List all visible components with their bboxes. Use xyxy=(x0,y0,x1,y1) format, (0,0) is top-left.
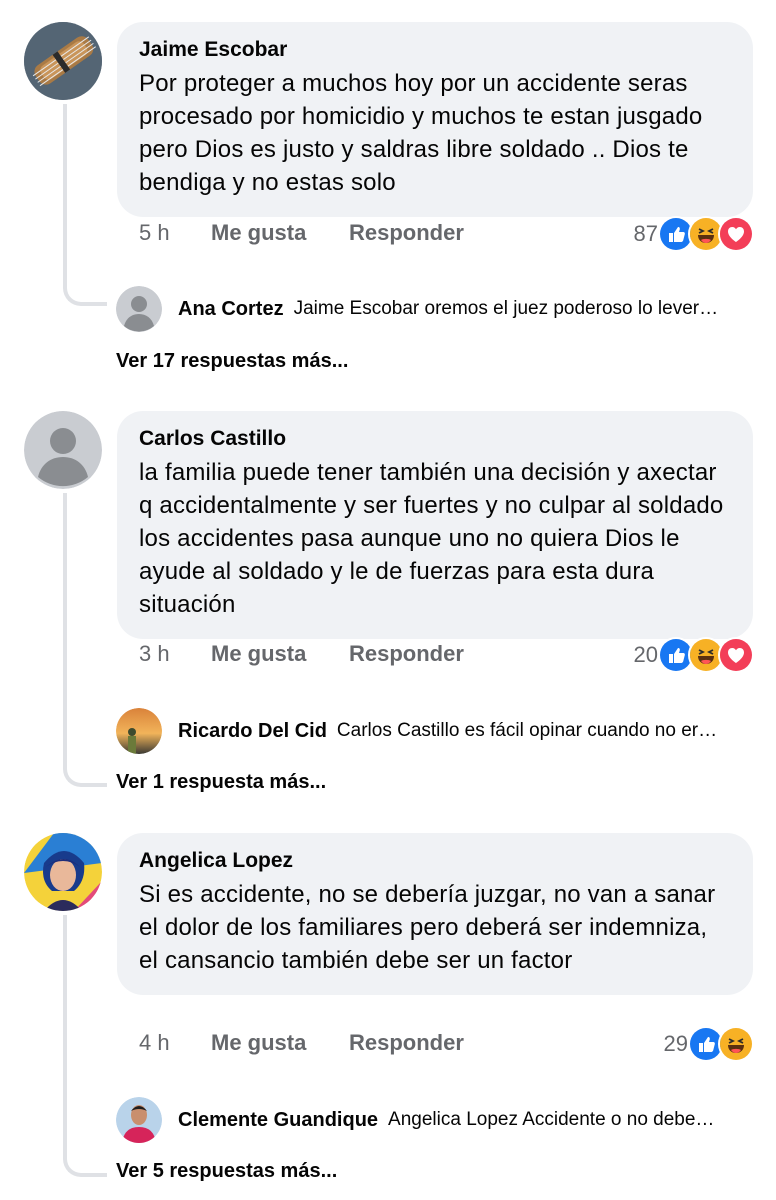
avatar[interactable] xyxy=(116,286,162,332)
reply-text: Jaime Escobar oremos el juez poderoso lo… xyxy=(293,298,719,319)
comment-time[interactable]: 5 h xyxy=(139,220,170,246)
reply-author[interactable]: Ana Cortez xyxy=(178,298,284,321)
reply-button[interactable]: Responder xyxy=(349,641,464,667)
comment-bubble: Jaime Escobar Por proteger a muchos hoy … xyxy=(117,22,753,217)
avatar[interactable] xyxy=(24,411,102,489)
reply-preview[interactable]: Ricardo Del Cid Carlos Castillo es fácil… xyxy=(116,708,754,754)
view-more-replies-link[interactable]: Ver 17 respuestas más... xyxy=(116,350,348,373)
reactions-summary[interactable]: 29 xyxy=(664,1026,754,1062)
comment-actions: 3 h Me gusta Responder 20 xyxy=(139,637,754,673)
comment-bubble: Carlos Castillo la familia puede tener t… xyxy=(117,411,753,639)
reply-author[interactable]: Clemente Guandique xyxy=(178,1109,378,1132)
comment-text: la familia puede tener también una decis… xyxy=(139,459,724,618)
thread-line xyxy=(63,493,107,787)
reply-text: Angelica Lopez Accidente o no debe… xyxy=(388,1109,715,1130)
reaction-count: 29 xyxy=(663,1031,688,1056)
view-more-replies-link[interactable]: Ver 1 respuesta más... xyxy=(116,771,326,794)
reply-author[interactable]: Ricardo Del Cid xyxy=(178,720,327,743)
reaction-count: 87 xyxy=(633,221,658,246)
reply-text: Carlos Castillo es fácil opinar cuando n… xyxy=(336,720,718,741)
reply-button[interactable]: Responder xyxy=(349,220,464,246)
comment-text: Si es accidente, no se debería juzgar, n… xyxy=(139,881,716,974)
love-icon xyxy=(718,637,754,673)
comment-text: Por proteger a muchos hoy por un acciden… xyxy=(139,70,703,196)
thread-line xyxy=(63,104,107,168)
comment-time[interactable]: 4 h xyxy=(139,1030,170,1056)
like-button[interactable]: Me gusta xyxy=(211,641,306,667)
comment-actions: 5 h Me gusta Responder 87 xyxy=(139,216,754,252)
comment-author[interactable]: Jaime Escobar xyxy=(139,36,731,64)
like-button[interactable]: Me gusta xyxy=(211,1030,306,1056)
thread-line xyxy=(63,168,107,306)
reactions-summary[interactable]: 20 xyxy=(634,637,754,673)
haha-icon xyxy=(718,1026,754,1062)
thread-line xyxy=(63,915,107,1177)
reply-button[interactable]: Responder xyxy=(349,1030,464,1056)
comment-actions: 4 h Me gusta Responder 29 xyxy=(139,1026,754,1062)
comment-bubble: Angelica Lopez Si es accidente, no se de… xyxy=(117,833,753,995)
view-more-replies-link[interactable]: Ver 5 respuestas más... xyxy=(116,1160,337,1183)
like-button[interactable]: Me gusta xyxy=(211,220,306,246)
reply-preview[interactable]: Clemente Guandique Angelica Lopez Accide… xyxy=(116,1097,754,1143)
avatar[interactable] xyxy=(116,1097,162,1143)
avatar[interactable] xyxy=(116,708,162,754)
comment-author[interactable]: Angelica Lopez xyxy=(139,847,731,875)
love-icon xyxy=(718,216,754,252)
reply-preview[interactable]: Ana Cortez Jaime Escobar oremos el juez … xyxy=(116,286,754,332)
comment-time[interactable]: 3 h xyxy=(139,641,170,667)
reaction-count: 20 xyxy=(633,642,658,667)
avatar[interactable] xyxy=(24,833,102,911)
avatar[interactable] xyxy=(24,22,102,100)
reactions-summary[interactable]: 87 xyxy=(634,216,754,252)
comment-author[interactable]: Carlos Castillo xyxy=(139,425,731,453)
